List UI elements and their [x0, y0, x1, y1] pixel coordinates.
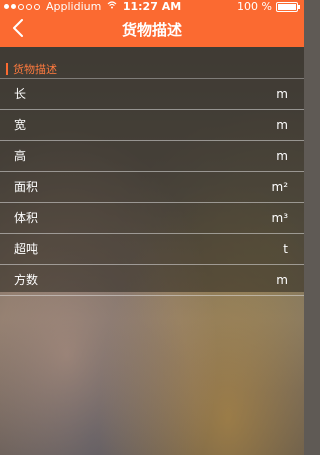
section-header: 货物描述 [6, 62, 57, 76]
field-label: 高 [14, 149, 27, 163]
section-accent-bar [6, 63, 8, 75]
field-label: 宽 [14, 118, 27, 132]
battery-status: 100 % [237, 0, 300, 13]
field-unit: m [276, 149, 288, 163]
field-row-width[interactable]: 宽 m [0, 110, 304, 141]
cargo-fields: 长 m 宽 m 高 m 面积 m² 体积 m³ 超吨 t 方数 m [0, 78, 304, 296]
nav-bar: 货物描述 [0, 13, 304, 47]
field-row-cubic[interactable]: 方数 m [0, 265, 304, 296]
field-unit: m [276, 118, 288, 132]
battery-percent: 100 % [237, 0, 272, 13]
field-label: 长 [14, 87, 27, 101]
field-row-overweight[interactable]: 超吨 t [0, 234, 304, 265]
field-row-volume[interactable]: 体积 m³ [0, 203, 304, 234]
field-label: 超吨 [14, 242, 39, 256]
field-row-area[interactable]: 面积 m² [0, 172, 304, 203]
field-unit: t [283, 242, 288, 256]
field-unit: m [276, 273, 288, 287]
field-unit: m³ [271, 211, 289, 225]
field-row-length[interactable]: 长 m [0, 78, 304, 110]
field-unit: m² [271, 180, 289, 194]
field-unit: m [276, 87, 288, 101]
field-label: 体积 [14, 211, 39, 225]
battery-icon [276, 1, 300, 12]
page-title: 货物描述 [121, 21, 182, 39]
field-label: 方数 [14, 273, 39, 287]
field-row-height[interactable]: 高 m [0, 141, 304, 172]
field-label: 面积 [14, 180, 39, 194]
section-title: 货物描述 [13, 63, 57, 76]
status-bar: Applidium 11:27 AM 100 % [0, 0, 304, 13]
